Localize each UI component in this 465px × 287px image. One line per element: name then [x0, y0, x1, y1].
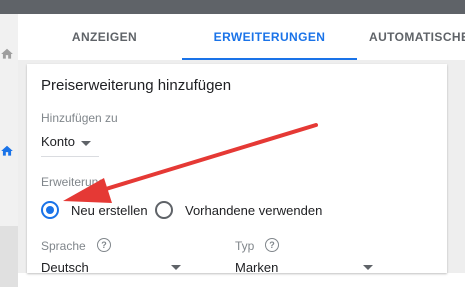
language-select[interactable]: Deutsch [41, 260, 181, 278]
tab-bar: ANZEIGEN ERWEITERUNGEN AUTOMATISCHE E [27, 14, 465, 61]
left-rail [0, 14, 18, 287]
tab-automatische-erweiterungen[interactable]: AUTOMATISCHE E [357, 14, 465, 60]
home-icon-active[interactable] [0, 144, 14, 158]
tab-erweiterungen[interactable]: ERWEITERUNGEN [182, 14, 357, 60]
radio-create-new-label[interactable]: Neu erstellen [71, 203, 148, 218]
price-extension-card: Preiserweiterung hinzufügen Hinzufügen z… [27, 64, 447, 275]
radio-create-new[interactable] [41, 201, 59, 219]
language-label: Sprache [41, 239, 86, 253]
radio-use-existing-label[interactable]: Vorhandene verwenden [185, 203, 322, 218]
type-select[interactable]: Marken [235, 260, 373, 278]
extension-label: Erweiterung [41, 175, 106, 189]
top-bar [0, 0, 465, 14]
rail-section [0, 226, 18, 287]
dropdown-caret-icon [363, 265, 373, 270]
help-icon[interactable]: ? [265, 238, 279, 252]
add-to-label: Hinzufügen zu [41, 111, 118, 125]
add-to-value: Konto [41, 134, 75, 149]
radio-use-existing[interactable] [155, 201, 173, 219]
add-to-dropdown[interactable]: Konto [41, 132, 99, 157]
type-label: Typ [235, 239, 255, 253]
home-icon[interactable] [0, 47, 14, 61]
dropdown-caret-icon [171, 265, 181, 270]
card-title: Preiserweiterung hinzufügen [41, 77, 232, 94]
dropdown-caret-icon [81, 141, 91, 146]
tab-anzeigen[interactable]: ANZEIGEN [27, 14, 182, 60]
help-icon[interactable]: ? [97, 238, 111, 252]
